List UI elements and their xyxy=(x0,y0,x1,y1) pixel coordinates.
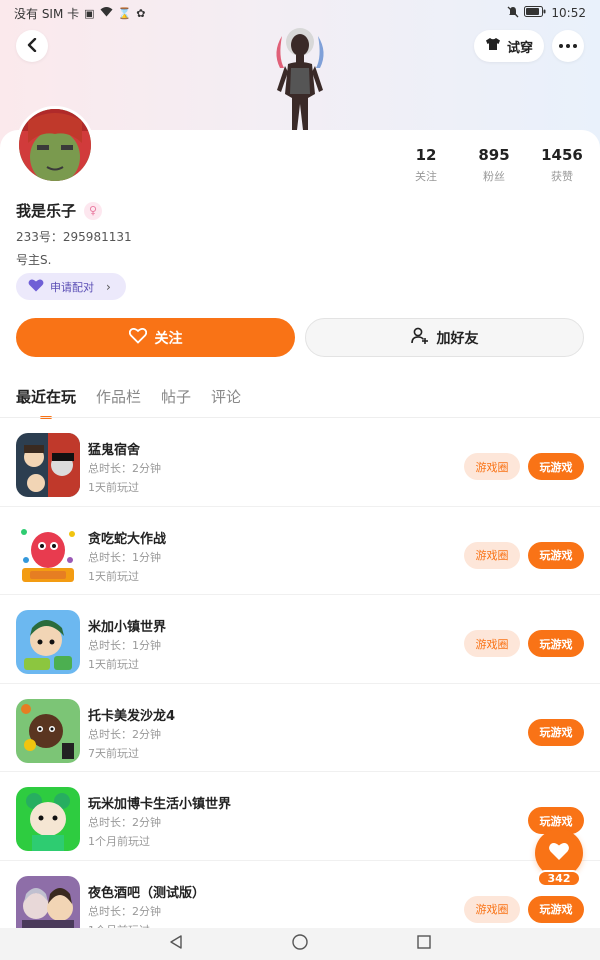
list-item[interactable]: 猛鬼宿舍 总时长：2分钟 1天前玩过 游戏圈 玩游戏 xyxy=(0,418,600,507)
game-circle-button[interactable]: 游戏圈 xyxy=(464,630,520,657)
back-button[interactable] xyxy=(16,30,48,62)
follow-label: 关注 xyxy=(154,330,183,347)
stat-fans[interactable]: 895 粉丝 xyxy=(460,146,528,184)
game-duration: 总时长：2分钟 xyxy=(88,904,161,918)
stat-likes[interactable]: 1456 获赞 xyxy=(528,146,596,184)
game-last-played: 1天前玩过 xyxy=(88,658,139,671)
game-icon xyxy=(16,787,80,851)
try-on-label: 试穿 xyxy=(506,40,533,56)
stat-following[interactable]: 12 关注 xyxy=(392,146,460,184)
heart-icon xyxy=(548,842,570,865)
more-button[interactable] xyxy=(552,30,584,62)
game-icon xyxy=(16,521,80,586)
purple-heart-icon xyxy=(28,278,44,295)
chevron-right-icon: › xyxy=(106,279,111,294)
game-list: 猛鬼宿舍 总时长：2分钟 1天前玩过 游戏圈 玩游戏 贪吃蛇大作战 总时长：1分… xyxy=(0,418,600,949)
play-game-button[interactable]: 玩游戏 xyxy=(528,541,584,569)
game-circle-button[interactable]: 游戏圈 xyxy=(464,895,520,923)
carrier-text: 没有 SIM 卡 xyxy=(14,6,80,21)
sim-icon: ▣ xyxy=(84,6,95,20)
game-duration: 总时长：2分钟 xyxy=(88,816,161,829)
battery-icon xyxy=(524,6,546,20)
shirt-icon xyxy=(485,37,501,55)
chevron-left-icon xyxy=(26,37,38,56)
game-duration: 总时长：1分钟 xyxy=(88,639,161,652)
game-circle-button[interactable]: 游戏圈 xyxy=(464,453,520,480)
game-icon xyxy=(16,698,80,763)
more-icon xyxy=(559,44,577,48)
nickname: 我是乐子 ♀ xyxy=(16,200,103,221)
content-tabs: 最近在玩 作品栏 帖子 评论 xyxy=(16,386,241,419)
add-friend-label: 加好友 xyxy=(436,330,479,347)
list-item[interactable]: 托卡美发沙龙4 总时长：2分钟 7天前玩过 玩游戏 xyxy=(0,684,600,772)
game-title: 玩米加博卡生活小镇世界 xyxy=(88,797,232,812)
avatar[interactable] xyxy=(16,106,94,184)
play-game-button[interactable]: 玩游戏 xyxy=(528,718,584,746)
stat-fans-label: 粉丝 xyxy=(483,170,505,183)
add-user-icon xyxy=(410,327,429,349)
like-count-badge: 342 xyxy=(537,870,581,887)
play-game-button[interactable]: 玩游戏 xyxy=(528,453,584,480)
game-duration: 总时长：2分钟 xyxy=(88,462,161,475)
nickname-text: 我是乐子 xyxy=(16,202,77,220)
stat-following-label: 关注 xyxy=(415,170,437,183)
game-last-played: 1天前玩过 xyxy=(88,481,139,494)
game-last-played: 7天前玩过 xyxy=(88,746,139,760)
try-on-button[interactable]: 试穿 xyxy=(474,30,544,62)
stat-likes-value: 1456 xyxy=(541,146,583,164)
female-gender-icon: ♀ xyxy=(84,201,103,220)
list-item[interactable]: 玩米加博卡生活小镇世界 总时长：2分钟 1个月前玩过 玩游戏 xyxy=(0,772,600,861)
system-navigation-bar xyxy=(0,928,600,960)
tab-recently-played[interactable]: 最近在玩 xyxy=(16,386,76,419)
game-title: 猛鬼宿舍 xyxy=(88,443,141,458)
tab-posts[interactable]: 帖子 xyxy=(161,386,191,407)
wifi-icon xyxy=(100,6,113,20)
nav-back-icon[interactable] xyxy=(168,934,184,954)
follow-button[interactable]: 关注 xyxy=(16,318,295,357)
avatar-character-figure xyxy=(260,22,340,134)
pair-request-label: 申请配对 xyxy=(50,280,94,294)
game-title: 托卡美发沙龙4 xyxy=(88,708,176,724)
user-bio: 号主S. xyxy=(16,253,52,267)
game-circle-button[interactable]: 游戏圈 xyxy=(464,541,520,569)
game-icon xyxy=(16,610,80,674)
stat-likes-label: 获赞 xyxy=(551,170,573,183)
heart-plus-icon xyxy=(128,327,147,348)
game-title: 夜色酒吧（测试版） xyxy=(88,885,206,901)
game-title: 贪吃蛇大作战 xyxy=(88,531,167,547)
clock-time: 10:52 xyxy=(551,6,586,20)
hourglass-icon: ⌛ xyxy=(117,6,132,20)
game-title: 米加小镇世界 xyxy=(88,620,167,635)
list-item[interactable]: 贪吃蛇大作战 总时长：1分钟 1天前玩过 游戏圈 玩游戏 xyxy=(0,507,600,595)
mute-icon xyxy=(507,6,519,21)
game-duration: 总时长：2分钟 xyxy=(88,727,161,741)
tab-comments[interactable]: 评论 xyxy=(211,386,241,407)
nav-home-icon[interactable] xyxy=(292,934,308,954)
list-item[interactable]: 米加小镇世界 总时长：1分钟 1天前玩过 游戏圈 玩游戏 xyxy=(0,595,600,684)
pair-request-button[interactable]: 申请配对 › xyxy=(16,273,126,300)
nav-recents-icon[interactable] xyxy=(416,934,432,954)
profile-stats: 12 关注 895 粉丝 1456 获赞 xyxy=(392,146,596,184)
game-last-played: 1天前玩过 xyxy=(88,569,139,583)
tab-works[interactable]: 作品栏 xyxy=(96,386,141,407)
add-friend-button[interactable]: 加好友 xyxy=(305,318,584,357)
user-id: 233号：295981131 xyxy=(16,230,132,244)
stat-fans-value: 895 xyxy=(478,146,510,164)
play-game-button[interactable]: 玩游戏 xyxy=(528,630,584,657)
app-notification-icon: ✿ xyxy=(136,6,146,20)
stat-following-value: 12 xyxy=(415,146,437,164)
play-game-button[interactable]: 玩游戏 xyxy=(528,895,584,923)
game-last-played: 1个月前玩过 xyxy=(88,835,150,848)
game-icon xyxy=(16,433,80,497)
game-duration: 总时长：1分钟 xyxy=(88,550,161,564)
